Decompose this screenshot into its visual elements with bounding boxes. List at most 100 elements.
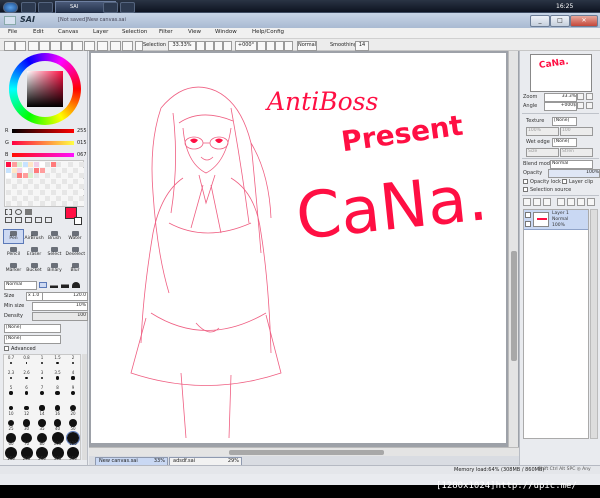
color-swatch[interactable] — [78, 173, 84, 179]
tool-brush[interactable]: Brush — [44, 229, 65, 244]
density-slider[interactable]: 100 — [32, 312, 88, 321]
color-swatch[interactable] — [56, 190, 62, 195]
color-swatch[interactable] — [22, 190, 28, 195]
brush-size-preset[interactable] — [54, 405, 61, 411]
color-swatch[interactable] — [39, 190, 45, 195]
taskbar-explorer-icon[interactable] — [103, 2, 118, 13]
color-swatch[interactable] — [17, 173, 23, 179]
zoom-icon[interactable] — [15, 217, 22, 223]
color-swatch[interactable] — [62, 167, 67, 173]
tool-deselect[interactable]: Deselect — [65, 245, 86, 260]
brush-size-preset[interactable] — [8, 405, 14, 411]
color-swatch[interactable] — [45, 190, 51, 195]
brush-shape-medium-icon[interactable] — [61, 282, 69, 288]
texture-strength-field[interactable]: 100 — [560, 127, 593, 136]
color-swatch[interactable] — [45, 201, 51, 207]
color-swatch[interactable] — [62, 184, 67, 190]
tool-water[interactable]: Water — [65, 229, 86, 244]
color-swatch[interactable] — [39, 167, 45, 173]
taskbar-folder-icon[interactable] — [120, 2, 135, 13]
tool-blur[interactable]: Blur — [65, 261, 86, 276]
color-swatch[interactable] — [56, 201, 62, 207]
color-swatch[interactable] — [50, 184, 56, 190]
rect-select-icon[interactable] — [5, 209, 12, 215]
new-folder-icon[interactable] — [543, 198, 551, 206]
rotate-left-button[interactable] — [257, 41, 266, 51]
texture-select[interactable]: [None] — [552, 117, 577, 126]
brush-size-preset[interactable] — [71, 361, 75, 365]
menu-edit[interactable]: Edit — [33, 29, 44, 35]
menu-window[interactable]: Window — [215, 29, 237, 35]
color-swatch[interactable] — [78, 167, 84, 173]
flip-horizontal-button[interactable] — [284, 41, 293, 51]
color-swatch[interactable] — [67, 162, 73, 167]
brush-size-preset[interactable] — [39, 405, 45, 411]
color-swatch[interactable] — [34, 162, 39, 167]
menu-filter[interactable]: Filter — [159, 29, 173, 35]
color-wheel[interactable] — [9, 53, 81, 125]
layer-to-layer-icon[interactable] — [557, 198, 565, 206]
color-swatch[interactable] — [56, 195, 62, 201]
brush-size-preset[interactable] — [9, 391, 13, 395]
wet-edge-strength-field[interactable]: Stren — [560, 148, 593, 157]
wet-edge-size-field[interactable]: Size — [526, 148, 559, 157]
color-swatch[interactable] — [6, 195, 11, 201]
color-swatch[interactable] — [56, 178, 62, 184]
color-swatch[interactable] — [45, 162, 51, 167]
color-swatch[interactable] — [67, 167, 73, 173]
r-slider[interactable] — [12, 129, 74, 133]
color-swatch[interactable] — [17, 167, 23, 173]
color-swatch[interactable] — [45, 173, 51, 179]
color-swatch[interactable] — [28, 201, 34, 207]
color-swatch[interactable] — [6, 184, 11, 190]
color-swatch[interactable] — [28, 184, 34, 190]
color-swatch[interactable] — [39, 173, 45, 179]
layer-row[interactable]: Layer 1 Normal 100% — [524, 210, 588, 230]
color-swatch[interactable] — [62, 201, 67, 207]
color-swatch[interactable] — [11, 167, 17, 173]
color-swatch[interactable] — [17, 195, 23, 201]
zoom-out-small-button[interactable] — [196, 41, 205, 51]
menu-help-config[interactable]: Help/Config — [252, 29, 284, 35]
color-swatch[interactable] — [67, 195, 73, 201]
color-swatch[interactable] — [22, 178, 28, 184]
color-swatch[interactable] — [73, 178, 79, 184]
tool-marker[interactable]: Marker — [3, 261, 24, 276]
size-slider[interactable]: 120.0 — [42, 292, 88, 301]
menu-layer[interactable]: Layer — [93, 29, 108, 35]
new-linework-layer-icon[interactable] — [533, 198, 541, 206]
brush-size-preset[interactable] — [9, 376, 13, 380]
brush-size-preset[interactable] — [10, 362, 12, 364]
selection-checkbox[interactable] — [135, 41, 143, 51]
color-swatch[interactable] — [50, 190, 56, 195]
taskbar-ie-icon[interactable] — [38, 2, 53, 13]
menu-selection[interactable]: Selection — [122, 29, 147, 35]
color-swatch[interactable] — [11, 162, 17, 167]
color-swatch[interactable] — [11, 195, 17, 201]
opacity-slider[interactable]: 100% — [548, 169, 600, 178]
zoom-reset-small-button[interactable] — [214, 41, 223, 51]
brush-size-preset[interactable] — [55, 390, 60, 396]
zoom-in-icon[interactable] — [61, 41, 72, 51]
g-slider[interactable] — [12, 141, 74, 145]
color-swatch[interactable] — [78, 184, 84, 190]
layer-clip-checkbox[interactable] — [562, 179, 567, 184]
fit-icon[interactable] — [97, 41, 108, 51]
color-swatch[interactable] — [78, 201, 84, 207]
color-swatch[interactable] — [17, 162, 23, 167]
color-swatch[interactable] — [34, 184, 39, 190]
zoom-field[interactable]: 33.33% — [168, 41, 196, 51]
size-multiplier-select[interactable]: x 1.0 — [26, 292, 43, 301]
blend-mode-select[interactable]: Normal — [297, 41, 317, 51]
color-swatch[interactable] — [11, 201, 17, 207]
selection-source-checkbox[interactable] — [523, 187, 528, 192]
angle-field[interactable]: +000° — [235, 41, 257, 51]
color-swatch[interactable] — [50, 167, 56, 173]
layer-edit-pen-icon[interactable] — [525, 221, 531, 227]
color-swatch[interactable] — [11, 184, 17, 190]
delete-layer-icon[interactable] — [587, 198, 595, 206]
color-swatch[interactable] — [6, 173, 11, 179]
color-swatch[interactable] — [67, 201, 73, 207]
zoom-in-small-button[interactable] — [205, 41, 214, 51]
color-swatch[interactable] — [22, 167, 28, 173]
